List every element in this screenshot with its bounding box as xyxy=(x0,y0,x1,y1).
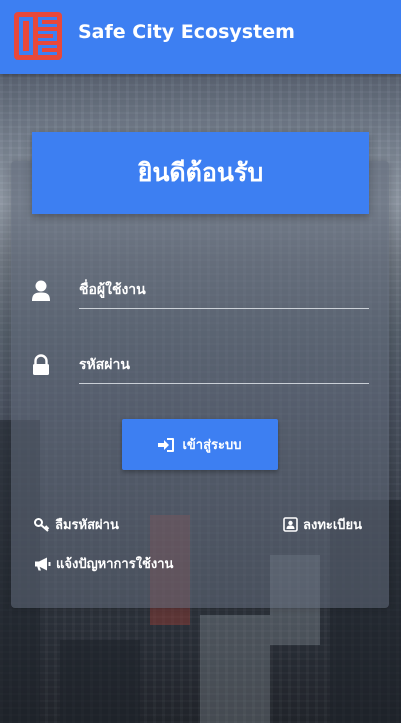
welcome-banner: ยินดีต้อนรับ xyxy=(32,132,369,214)
register-label: ลงทะเบียน xyxy=(303,518,363,533)
login-button[interactable]: เข้าสู่ระบบ xyxy=(122,419,278,470)
login-button-label: เข้าสู่ระบบ xyxy=(182,438,242,453)
sign-in-icon xyxy=(158,437,175,452)
background-building xyxy=(200,615,270,723)
password-input[interactable] xyxy=(79,348,369,382)
report-problem-link[interactable]: แจ้งปัญหาการใช้งาน xyxy=(34,553,173,574)
app-title: Safe City Ecosystem xyxy=(78,21,295,43)
app-header: Safe City Ecosystem xyxy=(0,0,401,74)
background-building xyxy=(60,640,140,723)
login-card xyxy=(11,161,389,608)
report-problem-label: แจ้งปัญหาการใช้งาน xyxy=(56,557,174,572)
forgot-password-link[interactable]: ลืมรหัสผ่าน xyxy=(34,514,119,535)
safe-city-logo-icon xyxy=(14,12,62,60)
forgot-password-label: ลืมรหัสผ่าน xyxy=(55,518,119,533)
id-card-icon xyxy=(283,517,298,532)
key-icon xyxy=(34,517,50,532)
megaphone-icon xyxy=(35,557,51,570)
register-link[interactable]: ลงทะเบียน xyxy=(283,514,362,535)
username-input[interactable] xyxy=(79,273,369,307)
user-icon xyxy=(32,280,50,301)
password-field[interactable] xyxy=(79,348,369,384)
lock-icon xyxy=(33,354,49,375)
username-field[interactable] xyxy=(79,273,369,309)
